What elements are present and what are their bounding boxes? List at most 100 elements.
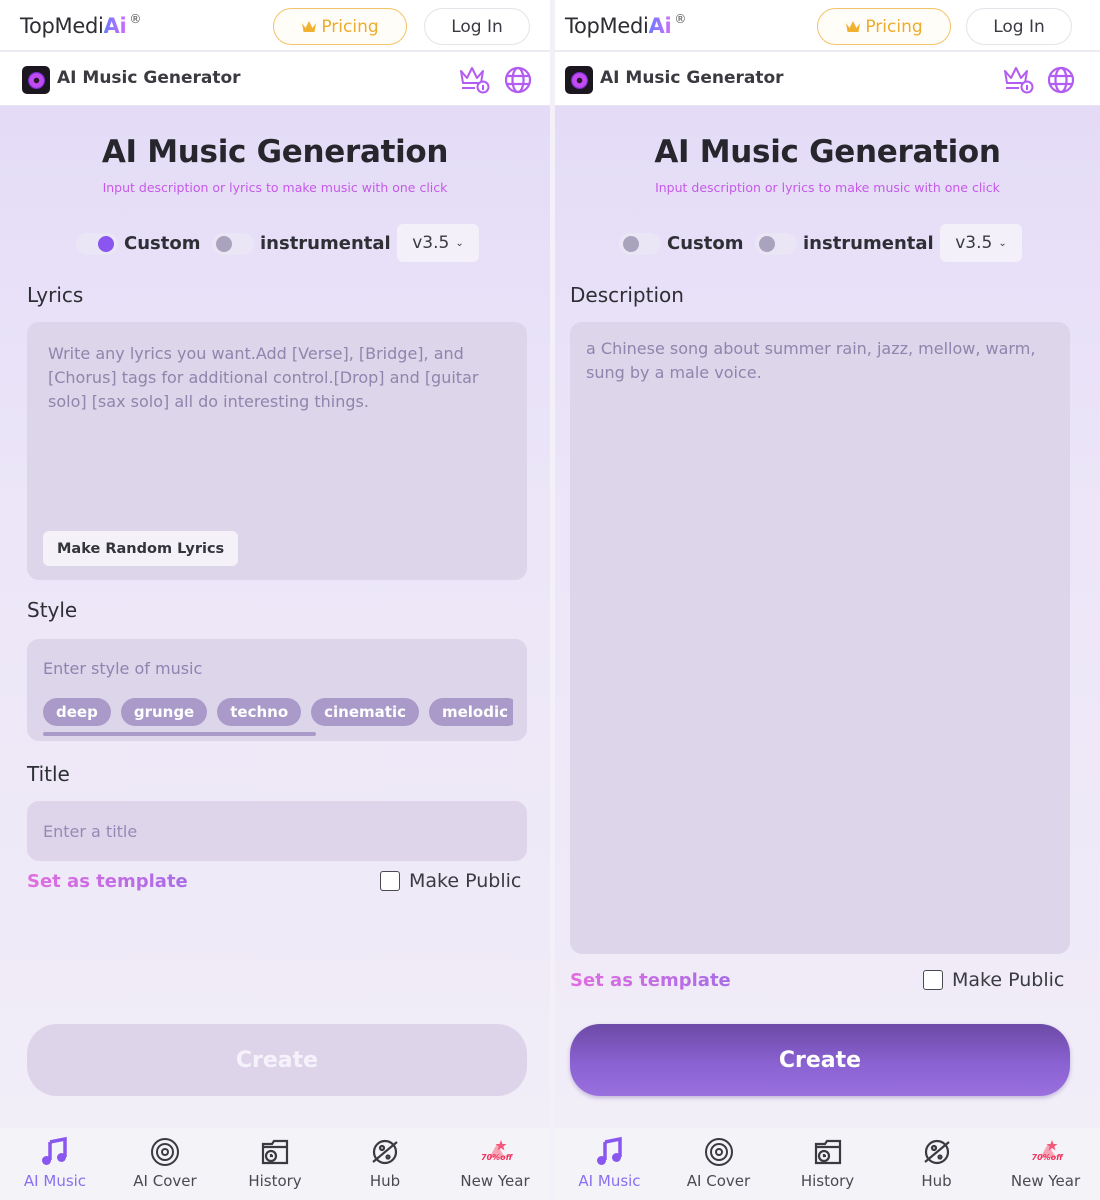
vinyl-disc-icon [704,1138,733,1166]
style-chip[interactable]: deep [43,698,111,726]
nav-new-year[interactable]: 70%off New Year [991,1128,1100,1200]
mode-controls: Custom instrumental v3.5 ⌄ [555,224,1100,264]
nav-ai-cover[interactable]: AI Cover [664,1128,773,1200]
left-screen: TopMediAi ® Pricing Log In AI Music Gener… [0,0,550,1200]
instrumental-toggle-label: instrumental [803,233,934,254]
top-bar: TopMediAi ® Pricing Log In [555,0,1100,52]
logo[interactable]: TopMediAi ® [565,12,686,38]
make-public-label: Make Public [952,969,1065,991]
nav-label: History [800,1172,855,1190]
nav-hub[interactable]: Hub [330,1128,440,1200]
pricing-label: Pricing [321,16,379,37]
login-button[interactable]: Log In [424,8,530,45]
generator-form: AI Music Generation Input description or… [555,106,1100,1128]
generator-form: AI Music Generation Input description or… [0,106,550,1128]
custom-toggle[interactable] [619,233,661,255]
create-label: Create [235,1047,319,1073]
history-folder-icon [261,1139,289,1165]
instrumental-toggle[interactable] [212,233,254,255]
custom-toggle[interactable] [76,233,118,255]
top-bar: TopMediAi ® Pricing Log In [0,0,550,52]
make-public-checkbox[interactable] [923,970,943,990]
style-chip[interactable]: grunge [120,698,208,726]
lyrics-label: Lyrics [27,283,84,307]
lyrics-input[interactable]: Write any lyrics you want.Add [Verse], [… [27,322,527,580]
version-select[interactable]: v3.5 ⌄ [397,224,479,262]
chips-scrollbar[interactable] [43,732,316,736]
app-header: AI Music Generator [0,52,550,106]
app-title: AI Music Generator [600,68,784,88]
nav-history[interactable]: History [773,1128,882,1200]
vinyl-disc-icon [151,1138,179,1166]
nav-label: Hub [921,1172,952,1190]
make-public-label: Make Public [409,870,522,892]
nav-label: AI Music [578,1172,641,1190]
logo-ai: Ai [648,14,672,38]
custom-toggle-label: Custom [124,233,201,254]
style-chip[interactable]: cinematic [311,698,419,726]
logo-text: TopMedi [20,14,104,38]
planet-icon [372,1139,398,1165]
nav-new-year[interactable]: 70%off New Year [440,1128,550,1200]
style-chip[interactable]: techno [217,698,302,726]
crown-info-icon[interactable] [1002,65,1034,95]
history-folder-icon [814,1139,841,1165]
crown-info-icon[interactable] [458,65,490,95]
logo-ai: Ai [103,14,127,38]
page-title: AI Music Generation [654,134,1001,170]
nav-label: New Year [1010,1172,1081,1190]
bottom-nav: AI Music AI Cover History Hub 70%off New… [0,1128,550,1200]
create-button[interactable]: Create [570,1024,1070,1096]
pricing-label: Pricing [865,16,923,37]
chevron-down-icon: ⌄ [455,237,464,249]
create-button[interactable]: Create [27,1024,527,1096]
nav-ai-music[interactable]: AI Music [0,1128,110,1200]
set-as-template-link[interactable]: Set as template [570,970,731,991]
make-public-option[interactable]: Make Public [923,969,1064,991]
pricing-button[interactable]: Pricing [273,8,407,45]
version-value: v3.5 [955,233,993,253]
logo[interactable]: TopMediAi ® [20,12,141,38]
right-screen: TopMediAi ® Pricing Log In AI Music Gener… [555,0,1100,1200]
globe-icon[interactable] [1046,65,1076,95]
page-subtitle: Input description or lyrics to make musi… [655,180,1000,195]
custom-toggle-label: Custom [667,233,744,254]
lyrics-placeholder: Write any lyrics you want.Add [Verse], [… [48,344,479,411]
instrumental-toggle[interactable] [755,233,797,255]
nav-label: AI Cover [133,1172,197,1190]
globe-icon[interactable] [503,65,533,95]
instrumental-toggle-label: instrumental [260,233,391,254]
app-icon [565,66,593,94]
pricing-button[interactable]: Pricing [817,8,951,45]
planet-icon [923,1139,950,1165]
style-input[interactable]: Enter style of music deep grunge techno cin… [27,639,527,741]
login-label: Log In [993,16,1045,37]
crown-icon [302,20,317,32]
style-placeholder: Enter style of music [43,659,203,678]
description-input[interactable]: a Chinese song about summer rain, jazz, … [570,322,1070,954]
nav-label: AI Music [23,1172,87,1190]
nav-history[interactable]: History [220,1128,330,1200]
registered-mark: ® [129,12,142,26]
version-select[interactable]: v3.5 ⌄ [940,224,1022,262]
create-label: Create [778,1047,862,1073]
make-public-checkbox[interactable] [380,871,400,891]
make-random-lyrics-label: Make Random Lyrics [57,540,225,557]
style-chip[interactable]: melodic [428,698,513,726]
nav-ai-music[interactable]: AI Music [555,1128,664,1200]
nav-ai-cover[interactable]: AI Cover [110,1128,220,1200]
title-input[interactable]: Enter a title [27,801,527,861]
make-random-lyrics-button[interactable]: Make Random Lyrics [43,531,239,566]
bottom-nav: AI Music AI Cover History Hub 70%off New… [555,1128,1100,1200]
login-label: Log In [451,16,503,37]
new-year-promo-icon: 70%off [479,1136,512,1168]
mode-controls: Custom instrumental v3.5 ⌄ [0,224,550,264]
version-value: v3.5 [412,233,450,253]
login-button[interactable]: Log In [966,8,1072,45]
nav-hub[interactable]: Hub [882,1128,991,1200]
make-public-option[interactable]: Make Public [380,870,521,892]
nav-label: AI Cover [686,1172,751,1190]
app-title: AI Music Generator [57,68,241,88]
set-as-template-link[interactable]: Set as template [27,871,188,892]
logo-text: TopMedi [565,14,649,38]
